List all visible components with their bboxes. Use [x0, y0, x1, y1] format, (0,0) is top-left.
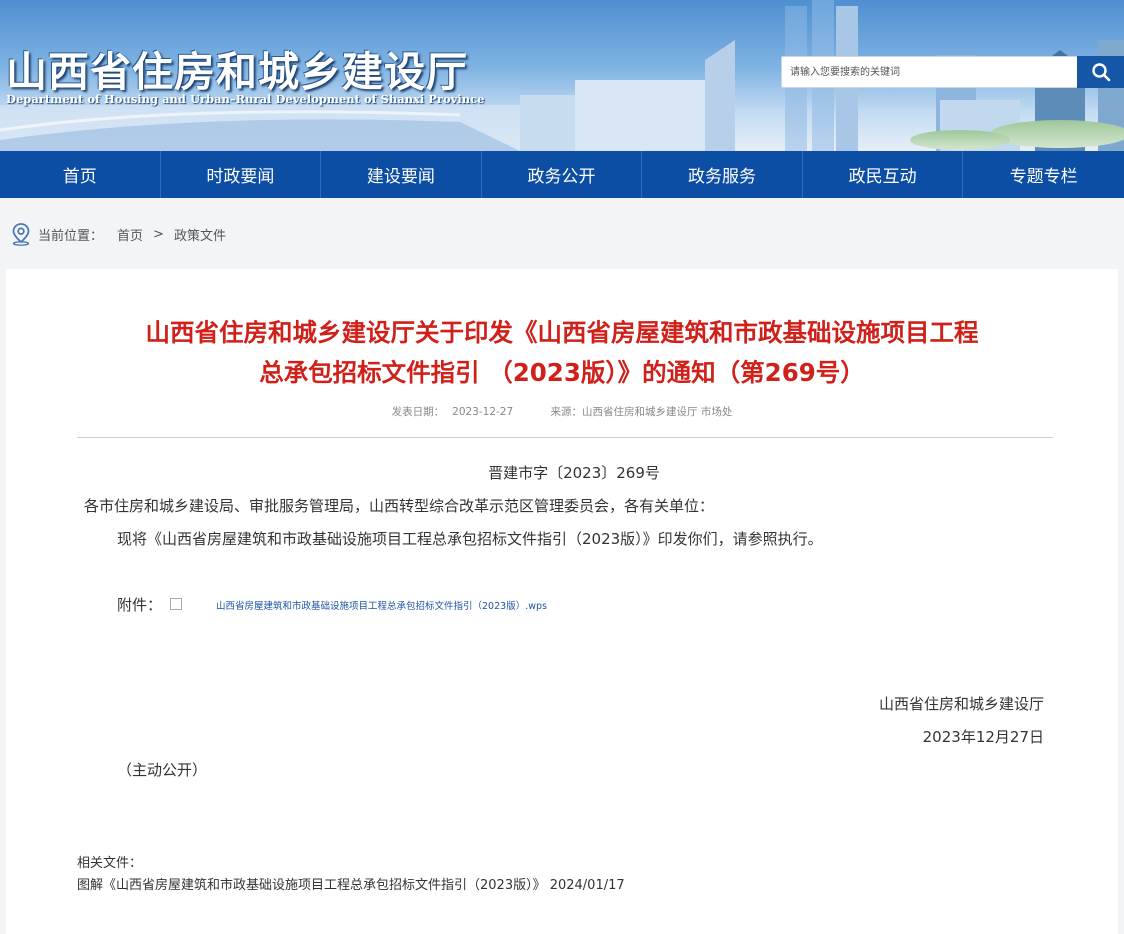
attachment-link[interactable]: 山西省房屋建筑和市政基础设施项目工程总承包招标文件指引（2023版）.wps — [216, 598, 547, 612]
document-number: 晋建市字〔2023〕269号 — [488, 464, 660, 482]
body-paragraph: 现将《山西省房屋建筑和市政基础设施项目工程总承包招标文件指引（2023版）》印发… — [117, 530, 823, 548]
article-meta: 发表日期： 2023-12-27 来源：山西省住房和城乡建设厅 市场处 — [6, 404, 1118, 419]
breadcrumb-label: 当前位置： — [38, 228, 104, 244]
nav-item-home[interactable]: 首页 — [0, 151, 161, 198]
nav-item-government-disclosure[interactable]: 政务公开 — [482, 151, 643, 198]
breadcrumb-item-home[interactable]: 首页 — [117, 225, 143, 244]
nav-item-government-services[interactable]: 政务服务 — [642, 151, 803, 198]
related-files-label: 相关文件： — [77, 856, 143, 871]
magnifier-icon — [1091, 63, 1110, 82]
article-title-line2: 总承包招标文件指引 （2023版）》的通知（第269号） — [259, 358, 865, 387]
attachment-row: 附件： 山西省房屋建筑和市政基础设施项目工程总承包招标文件指引（2023版）.w… — [117, 594, 547, 615]
attachment-label: 附件： — [117, 596, 163, 614]
nav-item-construction-news[interactable]: 建设要闻 — [321, 151, 482, 198]
breadcrumb-separator: > — [153, 226, 164, 242]
site-title: 山西省住房和城乡建设厅 — [6, 48, 468, 96]
publish-date: 发表日期： 2023-12-27 — [392, 406, 514, 418]
nav-item-public-interaction[interactable]: 政民互动 — [803, 151, 964, 198]
main-nav: 首页 时政要闻 建设要闻 政务公开 政务服务 政民互动 专题专栏 — [0, 151, 1124, 198]
publish-date-label: 发表日期： — [391, 406, 445, 418]
source-value: 山西省住房和城乡建设厅 市场处 — [582, 406, 733, 418]
signing-date: 2023年12月27日 — [922, 728, 1044, 746]
article-panel: 山西省住房和城乡建设厅关于印发《山西省房屋建筑和市政基础设施项目工程 总承包招标… — [6, 269, 1118, 934]
article-title: 山西省住房和城乡建设厅关于印发《山西省房屋建筑和市政基础设施项目工程 总承包招标… — [6, 313, 1118, 393]
search-button[interactable] — [1077, 56, 1124, 88]
site-subtitle: Department of Housing and Urban–Rural De… — [6, 92, 485, 106]
search-bar — [781, 56, 1124, 88]
breadcrumb: 当前位置： 首页 > 政策文件 — [10, 222, 226, 246]
article-title-line1: 山西省住房和城乡建设厅关于印发《山西省房屋建筑和市政基础设施项目工程 — [145, 318, 979, 347]
disclosure-note: （主动公开） — [117, 761, 208, 779]
search-input[interactable] — [781, 56, 1077, 88]
nav-item-special-topics[interactable]: 专题专栏 — [963, 151, 1124, 198]
site-header: 山西省住房和城乡建设厅 Department of Housing and Ur… — [0, 0, 1124, 151]
source-label: 来源： — [550, 406, 583, 418]
breadcrumb-item-policy-documents[interactable]: 政策文件 — [174, 225, 226, 244]
related-file-link[interactable]: 图解《山西省房屋建筑和市政基础设施项目工程总承包招标文件指引（2023版）》 2… — [77, 874, 625, 893]
signing-organization: 山西省住房和城乡建设厅 — [878, 695, 1044, 713]
broken-image-icon — [170, 597, 183, 610]
publish-date-value: 2023-12-27 — [452, 406, 514, 418]
source: 来源：山西省住房和城乡建设厅 市场处 — [551, 406, 733, 418]
location-pin-icon — [12, 223, 30, 246]
title-divider — [77, 437, 1053, 438]
nav-item-current-affairs[interactable]: 时政要闻 — [161, 151, 322, 198]
salutation: 各市住房和城乡建设局、审批服务管理局，山西转型综合改革示范区管理委员会，各有关单… — [84, 497, 715, 515]
